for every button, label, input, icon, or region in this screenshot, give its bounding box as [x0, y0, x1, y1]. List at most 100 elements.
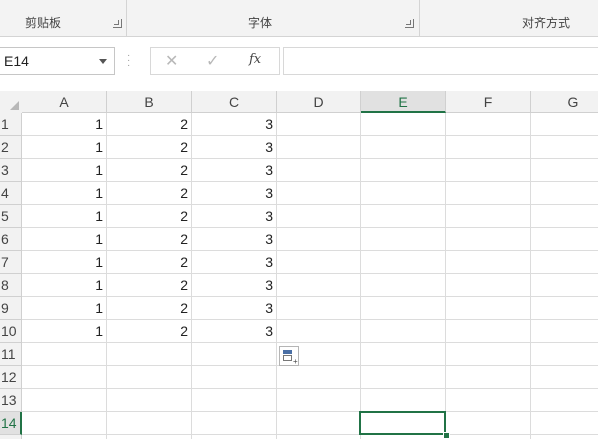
cell-e12[interactable] [361, 366, 446, 389]
chevron-down-icon[interactable] [99, 59, 107, 64]
cell-a14[interactable] [22, 412, 107, 435]
cell-a3[interactable]: 1 [22, 159, 107, 182]
cell-c2[interactable]: 3 [192, 136, 277, 159]
cell-c4[interactable]: 3 [192, 182, 277, 205]
cell-e9[interactable] [361, 297, 446, 320]
splitter-handle-icon[interactable]: · · · [127, 51, 130, 71]
cell-f5[interactable] [446, 205, 531, 228]
cell-d14[interactable] [277, 412, 361, 435]
cell-g2[interactable] [531, 136, 598, 159]
row-header-1[interactable]: 1 [0, 113, 22, 136]
cell-f3[interactable] [446, 159, 531, 182]
column-header-d[interactable]: D [277, 91, 361, 113]
cell-g7[interactable] [531, 251, 598, 274]
cell-e10[interactable] [361, 320, 446, 343]
cell-b10[interactable]: 2 [107, 320, 192, 343]
cell-g13[interactable] [531, 389, 598, 412]
cell-d10[interactable] [277, 320, 361, 343]
cell-d8[interactable] [277, 274, 361, 297]
cell-f12[interactable] [446, 366, 531, 389]
cell-b11[interactable] [107, 343, 192, 366]
row-header-9[interactable]: 9 [0, 297, 22, 320]
cell-c12[interactable] [192, 366, 277, 389]
cell-a7[interactable]: 1 [22, 251, 107, 274]
row-header-11[interactable]: 11 [0, 343, 22, 366]
cell-e2[interactable] [361, 136, 446, 159]
cell-c14[interactable] [192, 412, 277, 435]
column-header-b[interactable]: B [107, 91, 192, 113]
insert-function-icon[interactable]: fx [249, 52, 261, 67]
cell-d5[interactable] [277, 205, 361, 228]
cell-a6[interactable]: 1 [22, 228, 107, 251]
cell-b7[interactable]: 2 [107, 251, 192, 274]
cell-a2[interactable]: 1 [22, 136, 107, 159]
cell-g6[interactable] [531, 228, 598, 251]
cell-c5[interactable]: 3 [192, 205, 277, 228]
name-box[interactable]: E14 [0, 47, 115, 75]
cell-e8[interactable] [361, 274, 446, 297]
cell-a10[interactable]: 1 [22, 320, 107, 343]
cell-e3[interactable] [361, 159, 446, 182]
cell-c3[interactable]: 3 [192, 159, 277, 182]
cell-c10[interactable]: 3 [192, 320, 277, 343]
cell-b12[interactable] [107, 366, 192, 389]
cell-b2[interactable]: 2 [107, 136, 192, 159]
row-header-2[interactable]: 2 [0, 136, 22, 159]
cell-d4[interactable] [277, 182, 361, 205]
row-header-10[interactable]: 10 [0, 320, 22, 343]
cell-e11[interactable] [361, 343, 446, 366]
cell-g9[interactable] [531, 297, 598, 320]
row-header-14[interactable]: 14 [0, 412, 22, 435]
cell-c11[interactable] [192, 343, 277, 366]
cell-f9[interactable] [446, 297, 531, 320]
font-dialog-launcher-icon[interactable] [405, 19, 414, 28]
clipboard-dialog-launcher-icon[interactable] [113, 19, 122, 28]
cell-f2[interactable] [446, 136, 531, 159]
cell-d2[interactable] [277, 136, 361, 159]
cell-g1[interactable] [531, 113, 598, 136]
cell-c9[interactable]: 3 [192, 297, 277, 320]
row-header-3[interactable]: 3 [0, 159, 22, 182]
row-header-4[interactable]: 4 [0, 182, 22, 205]
cell-f13[interactable] [446, 389, 531, 412]
cell-b15[interactable] [107, 435, 192, 439]
cell-f14[interactable] [446, 412, 531, 435]
cell-b3[interactable]: 2 [107, 159, 192, 182]
cell-a11[interactable] [22, 343, 107, 366]
cell-g8[interactable] [531, 274, 598, 297]
cell-g10[interactable] [531, 320, 598, 343]
column-header-g[interactable]: G [531, 91, 598, 113]
format-painter-icon[interactable] [38, 0, 60, 2]
cell-a1[interactable]: 1 [22, 113, 107, 136]
cell-g4[interactable] [531, 182, 598, 205]
row-header-5[interactable]: 5 [0, 205, 22, 228]
cell-e6[interactable] [361, 228, 446, 251]
row-header-15[interactable]: 15 [0, 435, 22, 439]
column-header-f[interactable]: F [446, 91, 531, 113]
cell-f11[interactable] [446, 343, 531, 366]
enter-icon[interactable]: ✓ [206, 51, 219, 71]
cell-f7[interactable] [446, 251, 531, 274]
cell-g14[interactable] [531, 412, 598, 435]
cell-b4[interactable]: 2 [107, 182, 192, 205]
cell-a5[interactable]: 1 [22, 205, 107, 228]
cell-g5[interactable] [531, 205, 598, 228]
cell-c6[interactable]: 3 [192, 228, 277, 251]
cell-b8[interactable]: 2 [107, 274, 192, 297]
cell-d12[interactable] [277, 366, 361, 389]
row-header-12[interactable]: 12 [0, 366, 22, 389]
cell-a12[interactable] [22, 366, 107, 389]
cell-e15[interactable] [361, 435, 446, 439]
cell-d13[interactable] [277, 389, 361, 412]
formula-input[interactable] [283, 47, 598, 75]
cell-a13[interactable] [22, 389, 107, 412]
cancel-icon[interactable]: ✕ [165, 51, 178, 71]
cell-f8[interactable] [446, 274, 531, 297]
cell-d7[interactable] [277, 251, 361, 274]
cell-b14[interactable] [107, 412, 192, 435]
cell-f1[interactable] [446, 113, 531, 136]
fill-handle[interactable] [443, 432, 450, 439]
cell-d9[interactable] [277, 297, 361, 320]
cell-b9[interactable]: 2 [107, 297, 192, 320]
cell-g3[interactable] [531, 159, 598, 182]
